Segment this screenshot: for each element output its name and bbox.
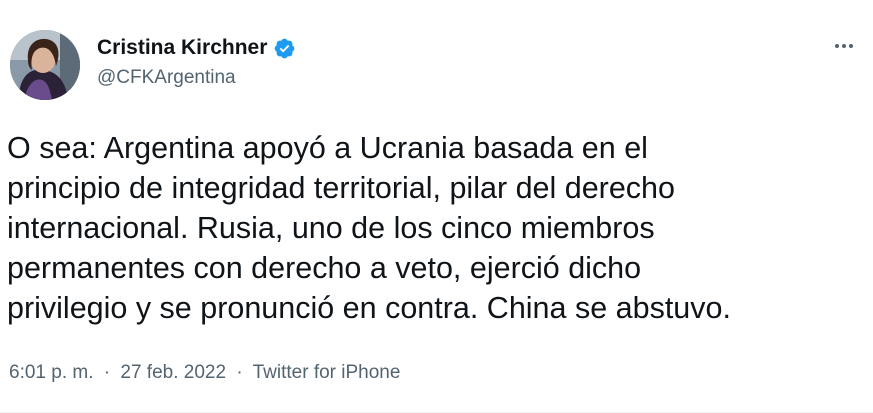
author-handle[interactable]: @CFKArgentina xyxy=(97,66,236,90)
tweet-text-line: internacional. Rusia, uno de los cinco m… xyxy=(7,211,655,245)
avatar[interactable] xyxy=(10,30,80,100)
verified-badge-icon xyxy=(273,37,296,60)
display-name[interactable]: Cristina Kirchner xyxy=(97,35,267,61)
tweet-meta: 6:01 p. m. · 27 feb. 2022 · Twitter for … xyxy=(9,361,400,385)
more-options-button[interactable] xyxy=(829,36,859,56)
author-name-row[interactable]: Cristina Kirchner xyxy=(97,35,296,61)
meta-separator: · xyxy=(236,362,243,383)
tweet-source[interactable]: Twitter for iPhone xyxy=(253,362,401,383)
tweet-card: Cristina Kirchner @CFKArgentina O sea: A… xyxy=(0,0,873,413)
tweet-date[interactable]: 27 feb. 2022 xyxy=(120,362,226,383)
tweet-text-line: principio de integridad territorial, pil… xyxy=(7,171,675,205)
tweet-text-line: O sea: Argentina apoyó a Ucrania basada … xyxy=(7,131,648,165)
more-horizontal-icon xyxy=(849,44,853,48)
tweet-time[interactable]: 6:01 p. m. xyxy=(9,362,94,383)
tweet-text-line: permanentes con derecho a veto, ejerció … xyxy=(7,251,642,285)
meta-separator: · xyxy=(103,362,111,383)
tweet-text-line: privilegio y se pronunció en contra. Chi… xyxy=(7,291,731,325)
tweet-text: O sea: Argentina apoyó a Ucrania basada … xyxy=(7,128,857,328)
more-horizontal-icon xyxy=(835,44,839,48)
more-horizontal-icon xyxy=(842,44,846,48)
